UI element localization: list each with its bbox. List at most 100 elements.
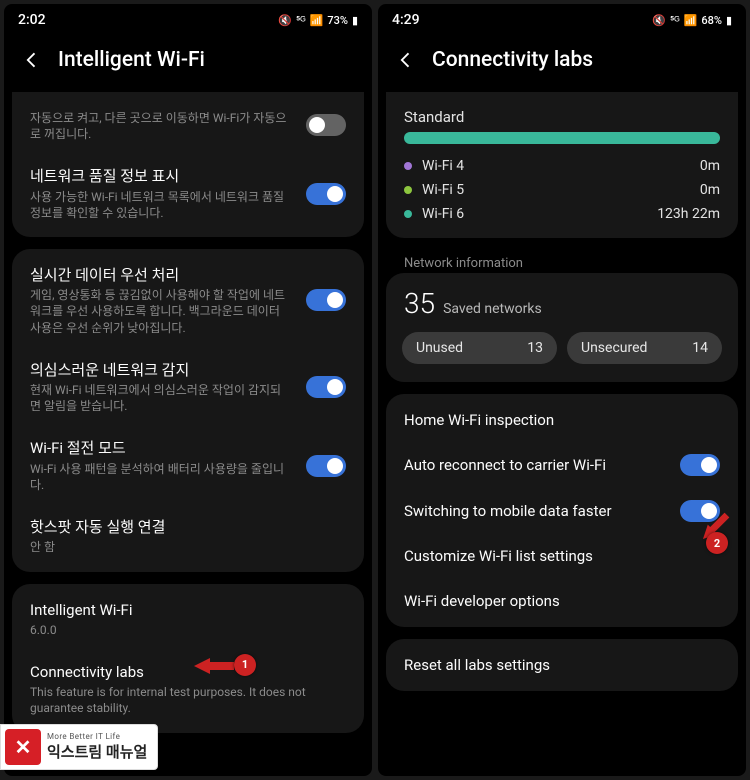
network-info-card: 35 Saved networks Unused 13 Unsecured 14 bbox=[386, 273, 738, 382]
item-title: Customize Wi-Fi list settings bbox=[404, 546, 593, 566]
item-title: Auto reconnect to carrier Wi-Fi bbox=[404, 455, 606, 475]
setting-title: 핫스팟 자동 실행 연결 bbox=[30, 517, 332, 537]
setting-desc: Wi-Fi 사용 패턴을 분석하여 배터리 사용량을 줄입니다. bbox=[30, 461, 292, 493]
connectivity-labs-row[interactable]: Connectivity labs This feature is for in… bbox=[12, 650, 364, 729]
legend-value: 0m bbox=[700, 182, 720, 198]
item-reset-labs[interactable]: Reset all labs settings bbox=[386, 643, 738, 687]
setting-desc: 사용 가능한 Wi-Fi 네트워크 목록에서 네트워크 품질 정보를 확인할 수… bbox=[30, 189, 292, 221]
phone-left: 2:02 🔇 ⁵ᴳ 📶 73% ▮ Intelligent Wi-Fi 자동으로… bbox=[4, 4, 372, 776]
labs-items-card: Home Wi-Fi inspection Auto reconnect to … bbox=[386, 394, 738, 627]
network-icon: ⁵ᴳ bbox=[296, 14, 306, 27]
page-header: Intelligent Wi-Fi bbox=[4, 32, 372, 92]
settings-card: 자동으로 켜고, 다른 곳으로 이동하면 Wi-Fi가 자동으로 꺼집니다. 네… bbox=[12, 92, 364, 237]
chip-label: Unused bbox=[416, 340, 463, 356]
legend-dot bbox=[404, 186, 412, 194]
toggle-suspicious-detect[interactable] bbox=[306, 376, 346, 398]
toggle-realtime-priority[interactable] bbox=[306, 289, 346, 311]
settings-card: 실시간 데이터 우선 처리 게임, 영상통화 등 끊김없이 사용해야 할 작업에… bbox=[12, 249, 364, 572]
mute-icon: 🔇 bbox=[278, 14, 292, 27]
watermark-name: 익스트림 매뉴얼 bbox=[47, 741, 147, 762]
toggle-quality-info[interactable] bbox=[306, 183, 346, 205]
setting-row[interactable]: 네트워크 품질 정보 표시 사용 가능한 Wi-Fi 네트워크 목록에서 네트워… bbox=[12, 154, 364, 233]
toggle-auto-wifi[interactable] bbox=[306, 114, 346, 136]
legend-label: Wi-Fi 6 bbox=[422, 206, 647, 222]
signal-icon: 📶 bbox=[684, 14, 698, 27]
settings-content[interactable]: 자동으로 켜고, 다른 곳으로 이동하면 Wi-Fi가 자동으로 꺼집니다. 네… bbox=[4, 92, 372, 776]
saved-count: 35 bbox=[404, 287, 435, 320]
chips-row: Unused 13 Unsecured 14 bbox=[386, 328, 738, 378]
legend-row: Wi-Fi 5 0m bbox=[386, 178, 738, 202]
setting-desc: 6.0.0 bbox=[30, 622, 332, 638]
saved-networks[interactable]: 35 Saved networks bbox=[386, 277, 738, 328]
toggle-power-save[interactable] bbox=[306, 455, 346, 477]
setting-row[interactable]: 자동으로 켜고, 다른 곳으로 이동하면 Wi-Fi가 자동으로 꺼집니다. bbox=[12, 96, 364, 154]
page-header: Connectivity labs bbox=[378, 32, 746, 92]
setting-row[interactable]: 의심스러운 네트워크 감지 현재 Wi-Fi 네트워크에서 의심스러운 작업이 … bbox=[12, 348, 364, 427]
chip-value: 13 bbox=[527, 340, 543, 356]
section-header: Network information bbox=[386, 250, 738, 273]
item-home-inspection[interactable]: Home Wi-Fi inspection bbox=[386, 398, 738, 442]
setting-row[interactable]: Intelligent Wi-Fi 6.0.0 bbox=[12, 588, 364, 650]
status-time: 4:29 bbox=[392, 12, 420, 28]
reset-card: Reset all labs settings bbox=[386, 639, 738, 691]
legend-row: Wi-Fi 6 123h 22m bbox=[386, 202, 738, 234]
legend-dot bbox=[404, 210, 412, 218]
battery-icon: ▮ bbox=[352, 14, 358, 27]
watermark-logo-icon: ✕ bbox=[5, 729, 41, 765]
status-bar: 2:02 🔇 ⁵ᴳ 📶 73% ▮ bbox=[4, 4, 372, 32]
back-icon[interactable] bbox=[22, 50, 42, 70]
labs-content[interactable]: Standard Wi-Fi 4 0m Wi-Fi 5 0m Wi-Fi 6 1… bbox=[378, 92, 746, 776]
item-customize-list[interactable]: Customize Wi-Fi list settings bbox=[386, 534, 738, 578]
watermark-tagline: More Better IT Life bbox=[47, 732, 147, 741]
page-title: Intelligent Wi-Fi bbox=[58, 48, 205, 72]
setting-desc: 안 함 bbox=[30, 539, 332, 555]
setting-row[interactable]: 핫스팟 자동 실행 연결 안 함 bbox=[12, 505, 364, 567]
battery-icon: ▮ bbox=[726, 14, 732, 27]
watermark: ✕ More Better IT Life 익스트림 매뉴얼 bbox=[0, 724, 158, 770]
setting-title: 실시간 데이터 우선 처리 bbox=[30, 265, 292, 285]
legend-dot bbox=[404, 162, 412, 170]
setting-title: Connectivity labs bbox=[30, 662, 332, 682]
chip-label: Unsecured bbox=[581, 340, 647, 356]
toggle-auto-reconnect[interactable] bbox=[680, 454, 720, 476]
settings-card: Intelligent Wi-Fi 6.0.0 Connectivity lab… bbox=[12, 584, 364, 733]
status-icons: 🔇 ⁵ᴳ 📶 68% ▮ bbox=[652, 14, 732, 27]
battery-text: 73% bbox=[327, 14, 348, 27]
setting-desc: This feature is for internal test purpos… bbox=[30, 684, 332, 716]
legend-value: 0m bbox=[700, 158, 720, 174]
legend-label: Wi-Fi 4 bbox=[422, 158, 690, 174]
status-icons: 🔇 ⁵ᴳ 📶 73% ▮ bbox=[278, 14, 358, 27]
page-title: Connectivity labs bbox=[432, 48, 593, 72]
battery-text: 68% bbox=[701, 14, 722, 27]
arrow-icon bbox=[194, 656, 234, 676]
item-auto-reconnect[interactable]: Auto reconnect to carrier Wi-Fi bbox=[386, 442, 738, 488]
item-title: Reset all labs settings bbox=[404, 655, 550, 675]
callout-badge-1: 1 bbox=[234, 654, 256, 676]
legend-row: Wi-Fi 4 0m bbox=[386, 154, 738, 178]
item-mobile-data-faster[interactable]: Switching to mobile data faster 2 bbox=[386, 488, 738, 534]
setting-title: Intelligent Wi-Fi bbox=[30, 600, 332, 620]
back-icon[interactable] bbox=[396, 50, 416, 70]
setting-title: 의심스러운 네트워크 감지 bbox=[30, 360, 292, 380]
signal-icon: 📶 bbox=[310, 14, 324, 27]
setting-title: Wi-Fi 절전 모드 bbox=[30, 438, 292, 458]
setting-title: 네트워크 품질 정보 표시 bbox=[30, 166, 292, 186]
mute-icon: 🔇 bbox=[652, 14, 666, 27]
chip-unused[interactable]: Unused 13 bbox=[402, 332, 557, 364]
status-bar: 4:29 🔇 ⁵ᴳ 📶 68% ▮ bbox=[378, 4, 746, 32]
setting-desc: 게임, 영상통화 등 끊김없이 사용해야 할 작업에 네트워크를 우선 사용하도… bbox=[30, 287, 292, 336]
standard-card: Standard Wi-Fi 4 0m Wi-Fi 5 0m Wi-Fi 6 1… bbox=[386, 92, 738, 238]
setting-desc: 현재 Wi-Fi 네트워크에서 의심스러운 작업이 감지되면 알림을 받습니다. bbox=[30, 382, 292, 414]
item-title: Switching to mobile data faster bbox=[404, 501, 612, 521]
usage-bar bbox=[404, 132, 720, 144]
phone-right: 4:29 🔇 ⁵ᴳ 📶 68% ▮ Connectivity labs Stan… bbox=[378, 4, 746, 776]
item-developer-options[interactable]: Wi-Fi developer options bbox=[386, 579, 738, 623]
chip-unsecured[interactable]: Unsecured 14 bbox=[567, 332, 722, 364]
setting-desc: 자동으로 켜고, 다른 곳으로 이동하면 Wi-Fi가 자동으로 꺼집니다. bbox=[30, 110, 292, 142]
setting-row[interactable]: Wi-Fi 절전 모드 Wi-Fi 사용 패턴을 분석하여 배터리 사용량을 줄… bbox=[12, 426, 364, 505]
legend-value: 123h 22m bbox=[657, 206, 720, 222]
legend-label: Wi-Fi 5 bbox=[422, 182, 690, 198]
setting-row[interactable]: 실시간 데이터 우선 처리 게임, 영상통화 등 끊김없이 사용해야 할 작업에… bbox=[12, 253, 364, 348]
chip-value: 14 bbox=[692, 340, 708, 356]
network-icon: ⁵ᴳ bbox=[670, 14, 680, 27]
